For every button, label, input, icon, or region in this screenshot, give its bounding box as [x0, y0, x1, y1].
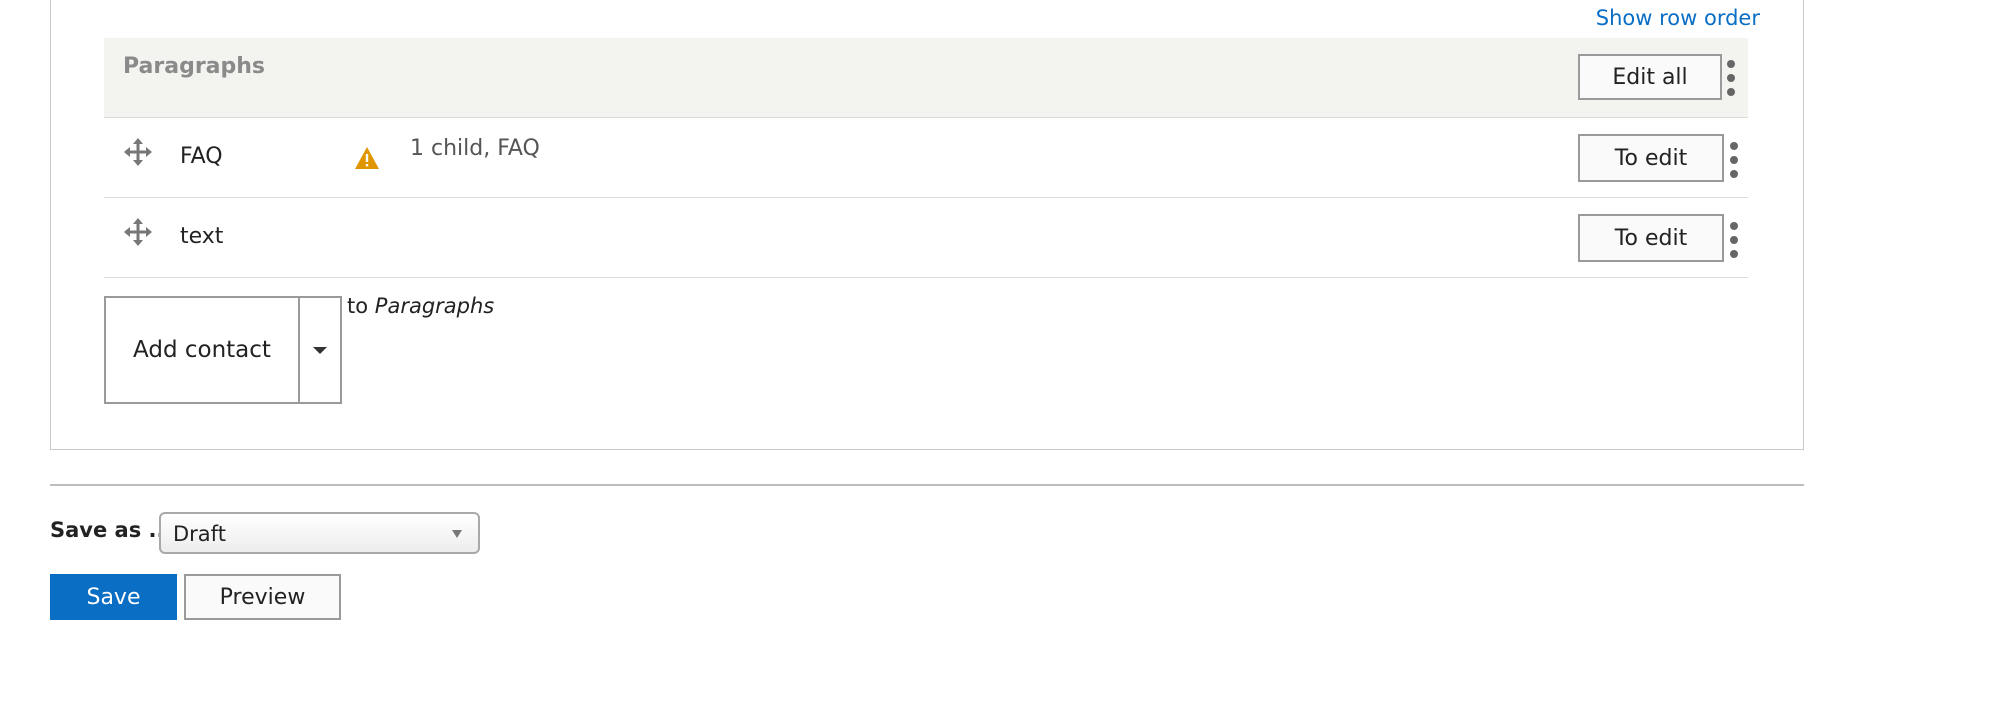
row-more-icon[interactable] [1728, 142, 1740, 178]
row-label: FAQ [180, 144, 223, 169]
preview-button[interactable]: Preview [184, 574, 341, 620]
paragraphs-title: Paragraphs [123, 54, 266, 79]
add-to-prefix: to [347, 294, 369, 318]
moderation-state-value: Draft [173, 522, 226, 546]
save-button[interactable]: Save [50, 574, 177, 620]
to-edit-button[interactable]: To edit [1578, 134, 1724, 182]
edit-all-button[interactable]: Edit all [1578, 54, 1722, 100]
form-divider [50, 484, 1804, 486]
add-contact-button[interactable]: Add contact [106, 298, 298, 402]
header-more-icon[interactable] [1725, 60, 1737, 96]
chevron-down-icon [452, 530, 462, 538]
drag-handle-icon[interactable] [124, 138, 152, 166]
to-edit-button[interactable]: To edit [1578, 214, 1724, 262]
add-to-target: Paragraphs [374, 294, 495, 318]
show-row-order-link[interactable]: Show row order [1596, 6, 1760, 30]
add-contact-split-button: Add contact [104, 296, 342, 404]
add-to-label: to Paragraphs [347, 294, 494, 318]
table-row: FAQ 1 child, FAQ To edit [104, 118, 1748, 198]
row-more-icon[interactable] [1728, 222, 1740, 258]
table-row: text To edit [104, 198, 1748, 278]
moderation-state-select[interactable]: Draft [159, 512, 480, 554]
drag-handle-icon[interactable] [124, 218, 152, 246]
row-label: text [180, 224, 224, 249]
add-type-dropdown-toggle[interactable] [298, 298, 340, 402]
caret-down-icon [313, 346, 327, 354]
warning-icon [355, 147, 379, 169]
row-summary: 1 child, FAQ [410, 136, 540, 161]
paragraphs-table-header: Paragraphs Edit all [104, 38, 1748, 118]
